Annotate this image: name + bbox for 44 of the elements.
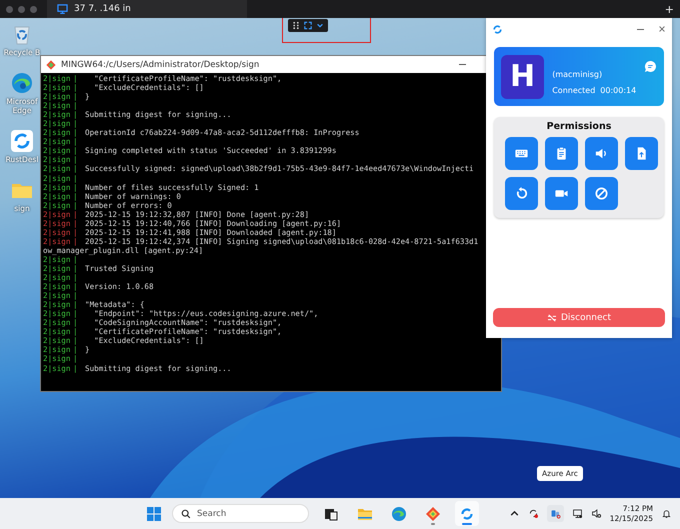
close-icon[interactable] — [658, 25, 666, 33]
permission-toggle[interactable] — [585, 137, 618, 170]
block-icon — [594, 186, 609, 201]
avatar: H — [501, 54, 544, 98]
terminal-title: MINGW64:/c/Users/Administrator/Desktop/sign — [61, 60, 260, 70]
sync-alert-icon[interactable] — [528, 508, 539, 519]
monitor-icon — [57, 4, 68, 14]
minimize-dot[interactable] — [18, 6, 25, 12]
speaker-icon — [594, 146, 609, 161]
browser-icon — [391, 506, 407, 522]
sync-ring-icon — [459, 506, 475, 522]
close-dot[interactable] — [6, 6, 13, 12]
diamond-logo-icon — [46, 60, 56, 70]
connection-status: Connected — [552, 86, 596, 95]
notification-bell-icon[interactable] — [661, 508, 672, 519]
permission-toggle[interactable] — [505, 177, 538, 210]
permission-toggle[interactable] — [505, 137, 538, 170]
drag-handle-icon[interactable] — [292, 21, 300, 30]
permission-toggle[interactable] — [545, 177, 578, 210]
permission-toggle[interactable] — [545, 137, 578, 170]
permissions-title: Permissions — [546, 121, 612, 132]
muted-speaker-icon[interactable] — [590, 508, 602, 519]
minimize-icon[interactable] — [637, 28, 644, 30]
sync-ring-icon — [10, 129, 34, 153]
search-field[interactable]: Search — [172, 504, 309, 523]
permission-toggle[interactable] — [625, 137, 658, 170]
unlink-icon — [547, 314, 557, 322]
browser-icon — [10, 71, 34, 95]
chat-icon[interactable] — [644, 60, 657, 73]
device-name: (macminisg) — [552, 70, 604, 79]
zoom-dot[interactable] — [30, 6, 37, 12]
elapsed-time: 00:00:14 — [600, 86, 636, 95]
start-icon[interactable] — [146, 506, 162, 522]
permission-toggle[interactable] — [585, 177, 618, 210]
restart-icon — [514, 186, 529, 201]
session-tab[interactable]: 37 7. .146 in — [47, 0, 247, 18]
search-icon — [181, 508, 191, 518]
server-icon[interactable] — [546, 505, 564, 522]
sync-ring-icon — [492, 24, 503, 34]
network-icon[interactable] — [572, 508, 583, 519]
chevron-down-icon[interactable] — [316, 21, 324, 30]
new-tab-button[interactable]: + — [664, 2, 674, 16]
fullscreen-icon[interactable] — [304, 21, 312, 30]
diamond-logo-icon — [425, 506, 441, 522]
